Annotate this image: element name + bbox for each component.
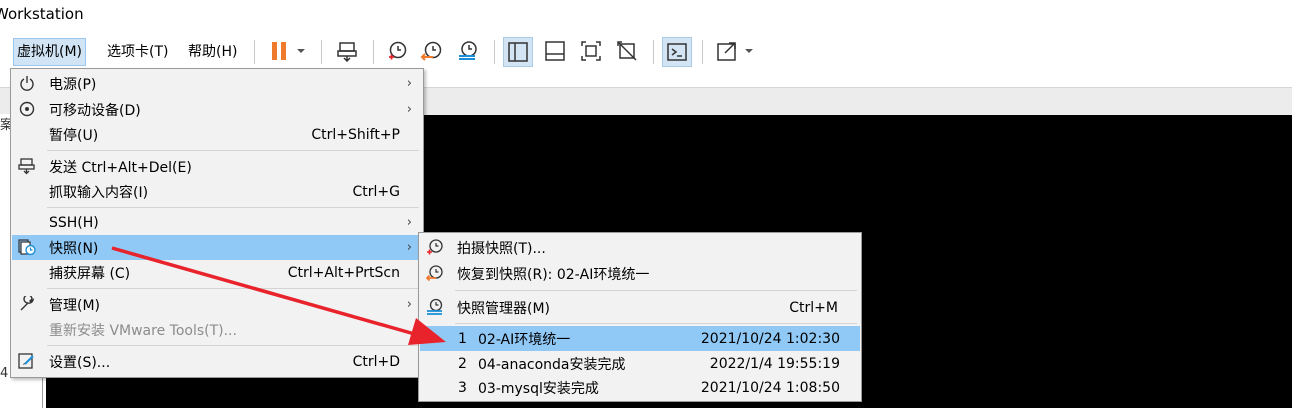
- annotation-arrow: [111, 246, 446, 345]
